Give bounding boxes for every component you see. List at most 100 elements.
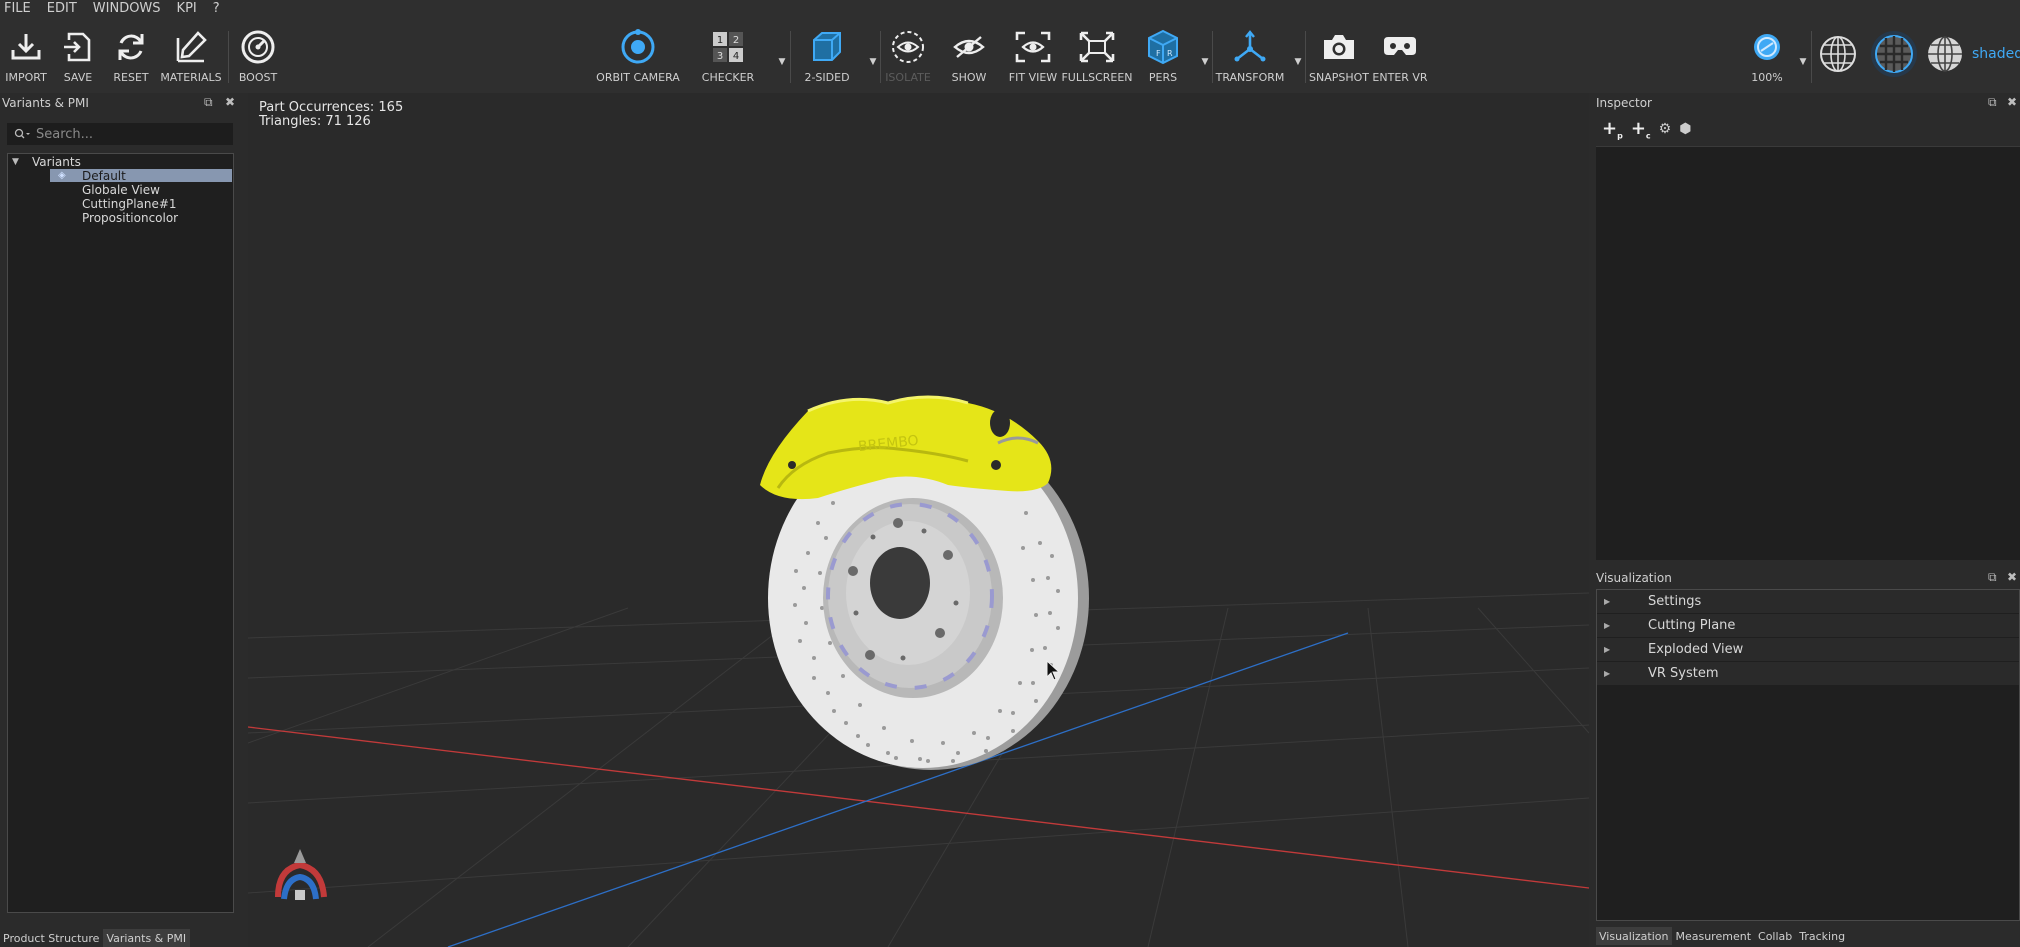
render-mode-label[interactable]: shaded — [1972, 46, 2020, 62]
inspector-toolbar: +p +c ⚙ ⬢ — [1602, 118, 1691, 141]
transform-icon — [1230, 27, 1270, 67]
inspector-title: Inspector — [1596, 96, 1652, 110]
tree-expand-icon[interactable]: ▼ — [12, 155, 19, 169]
menu-kpi[interactable]: KPI — [175, 1, 199, 16]
close-icon[interactable]: ✖ — [2007, 95, 2017, 109]
hidden-line-mode-icon[interactable] — [1871, 31, 1917, 77]
transform-dropdown-icon[interactable]: ▼ — [1293, 57, 1303, 67]
wireframe-mode-icon[interactable] — [1818, 34, 1858, 74]
undock-icon[interactable]: ⧉ — [1988, 570, 1997, 585]
vis-item-label: Exploded View — [1648, 642, 1744, 657]
zoom-dropdown-icon[interactable]: ▼ — [1798, 57, 1808, 67]
orbit-camera-label: ORBIT CAMERA — [596, 71, 680, 84]
import-icon — [6, 27, 46, 67]
tree-item-globale-view[interactable]: Globale View — [82, 183, 160, 197]
transform-button[interactable]: TRANSFORM — [1214, 27, 1286, 93]
expand-arrow-icon[interactable]: ▶ — [1604, 621, 1614, 630]
tree-item-default[interactable]: Default — [82, 169, 126, 183]
vis-item-label: Settings — [1648, 594, 1702, 609]
orientation-gizmo-icon[interactable] — [275, 849, 327, 900]
checker-label: CHECKER — [701, 71, 755, 84]
expand-arrow-icon[interactable]: ▶ — [1604, 597, 1614, 606]
svg-text:4: 4 — [733, 51, 739, 62]
expand-arrow-icon[interactable]: ▶ — [1604, 645, 1614, 654]
search-input[interactable]: Search... — [7, 123, 233, 145]
vis-item-exploded-view[interactable]: ▶ Exploded View — [1597, 638, 2019, 662]
fullscreen-icon — [1077, 27, 1117, 67]
tab-measurement[interactable]: Measurement — [1672, 927, 1755, 945]
tab-collab[interactable]: Collab — [1755, 927, 1796, 945]
close-icon[interactable]: ✖ — [225, 95, 235, 109]
orbit-camera-icon — [618, 27, 658, 67]
menu-edit[interactable]: EDIT — [45, 1, 79, 16]
toolbar: IMPORT SAVE RESET MATERIALS BOOST ORBIT … — [0, 17, 2020, 93]
enter-vr-icon — [1380, 27, 1420, 67]
materials-label: MATERIALS — [160, 71, 222, 84]
svg-text:F: F — [1156, 49, 1161, 58]
save-icon — [58, 27, 98, 67]
fullscreen-button[interactable]: FULLSCREEN — [1061, 27, 1133, 93]
material-sphere-icon[interactable]: ⬢ — [1679, 121, 1691, 137]
inspector-header: Inspector ⧉ ✖ — [1594, 93, 2020, 113]
svg-text:2: 2 — [733, 35, 739, 46]
svg-text:3: 3 — [717, 51, 723, 62]
boost-icon — [238, 27, 278, 67]
shaded-wire-mode-icon[interactable] — [1925, 34, 1965, 74]
scene-stats: Part Occurrences: 165 Triangles: 71 126 — [259, 101, 403, 129]
checker-icon: 1234 — [708, 27, 748, 67]
vis-item-label: VR System — [1648, 666, 1719, 681]
menu-file[interactable]: FILE — [2, 1, 33, 16]
variants-panel: Variants & PMI ⧉ ✖ Search... ▼ Variants … — [0, 93, 243, 947]
undock-icon[interactable]: ⧉ — [204, 95, 213, 110]
add-property-icon[interactable]: +p — [1602, 118, 1623, 141]
reset-icon — [111, 27, 151, 67]
show-button[interactable]: SHOW — [933, 27, 1005, 93]
tree-root[interactable]: Variants — [32, 155, 81, 169]
left-panel-tabs: Product Structure Variants & PMI — [0, 929, 243, 947]
vis-item-vr-system[interactable]: ▶ VR System — [1597, 662, 2019, 686]
boost-button[interactable]: BOOST — [222, 27, 294, 93]
3d-viewport[interactable]: BREMBO Part Occurrences: 165 Triangles: … — [248, 93, 1589, 947]
pers-button[interactable]: FR PERS — [1127, 27, 1199, 93]
enter-vr-button[interactable]: ENTER VR — [1364, 27, 1436, 93]
expand-arrow-icon[interactable]: ▶ — [1604, 669, 1614, 678]
materials-icon — [171, 27, 211, 67]
menu-windows[interactable]: WINDOWS — [91, 1, 163, 16]
variants-panel-title: Variants & PMI — [2, 96, 89, 110]
close-icon[interactable]: ✖ — [2007, 570, 2017, 584]
menu-bar: FILE EDIT WINDOWS KPI ? — [0, 0, 2020, 17]
vis-item-label: Cutting Plane — [1648, 618, 1736, 633]
orbit-camera-button[interactable]: ORBIT CAMERA — [596, 27, 680, 93]
fit-view-button[interactable]: FIT VIEW — [997, 27, 1069, 93]
add-component-icon[interactable]: +c — [1631, 118, 1651, 141]
behaviors-icon[interactable]: ⚙ — [1659, 121, 1672, 137]
checker-dropdown-icon[interactable]: ▼ — [777, 57, 787, 67]
tab-variants-pmi[interactable]: Variants & PMI — [103, 929, 191, 947]
zoom-label: 100% — [1751, 71, 1783, 84]
tree-item-cutting-plane[interactable]: CuttingPlane#1 — [82, 197, 177, 211]
tree-item-proposition-color[interactable]: Propositioncolor — [82, 211, 178, 225]
menu-help[interactable]: ? — [211, 1, 222, 16]
vis-item-settings[interactable]: ▶ Settings — [1597, 590, 2019, 614]
show-icon — [949, 27, 989, 67]
panel-title: Variants & PMI ⧉ ✖ — [0, 93, 243, 113]
import-label: IMPORT — [5, 71, 47, 84]
pers-dropdown-icon[interactable]: ▼ — [1200, 57, 1210, 67]
snapshot-icon — [1319, 27, 1359, 67]
right-panel: Inspector ⧉ ✖ +p +c ⚙ ⬢ Visualization ⧉ … — [1594, 93, 2020, 947]
fullscreen-label: FULLSCREEN — [1061, 71, 1133, 84]
two-sided-button[interactable]: 2-SIDED — [791, 27, 863, 93]
checker-button[interactable]: 1234 CHECKER — [692, 27, 764, 93]
scene-canvas[interactable]: BREMBO — [248, 93, 1589, 947]
visualization-list: ▶ Settings ▶ Cutting Plane ▶ Exploded Vi… — [1596, 589, 2020, 921]
tab-visualization[interactable]: Visualization — [1596, 927, 1673, 945]
tab-tracking[interactable]: Tracking — [1796, 927, 1849, 945]
undock-icon[interactable]: ⧉ — [1988, 95, 1997, 110]
zoom-button[interactable]: 100% — [1731, 27, 1803, 93]
boost-label: BOOST — [238, 71, 278, 84]
right-panel-tabs: Visualization Measurement Collab Trackin… — [1596, 927, 2020, 947]
materials-button[interactable]: MATERIALS — [155, 27, 227, 93]
tab-product-structure[interactable]: Product Structure — [0, 929, 103, 947]
fit-view-label: FIT VIEW — [1008, 71, 1058, 84]
vis-item-cutting-plane[interactable]: ▶ Cutting Plane — [1597, 614, 2019, 638]
